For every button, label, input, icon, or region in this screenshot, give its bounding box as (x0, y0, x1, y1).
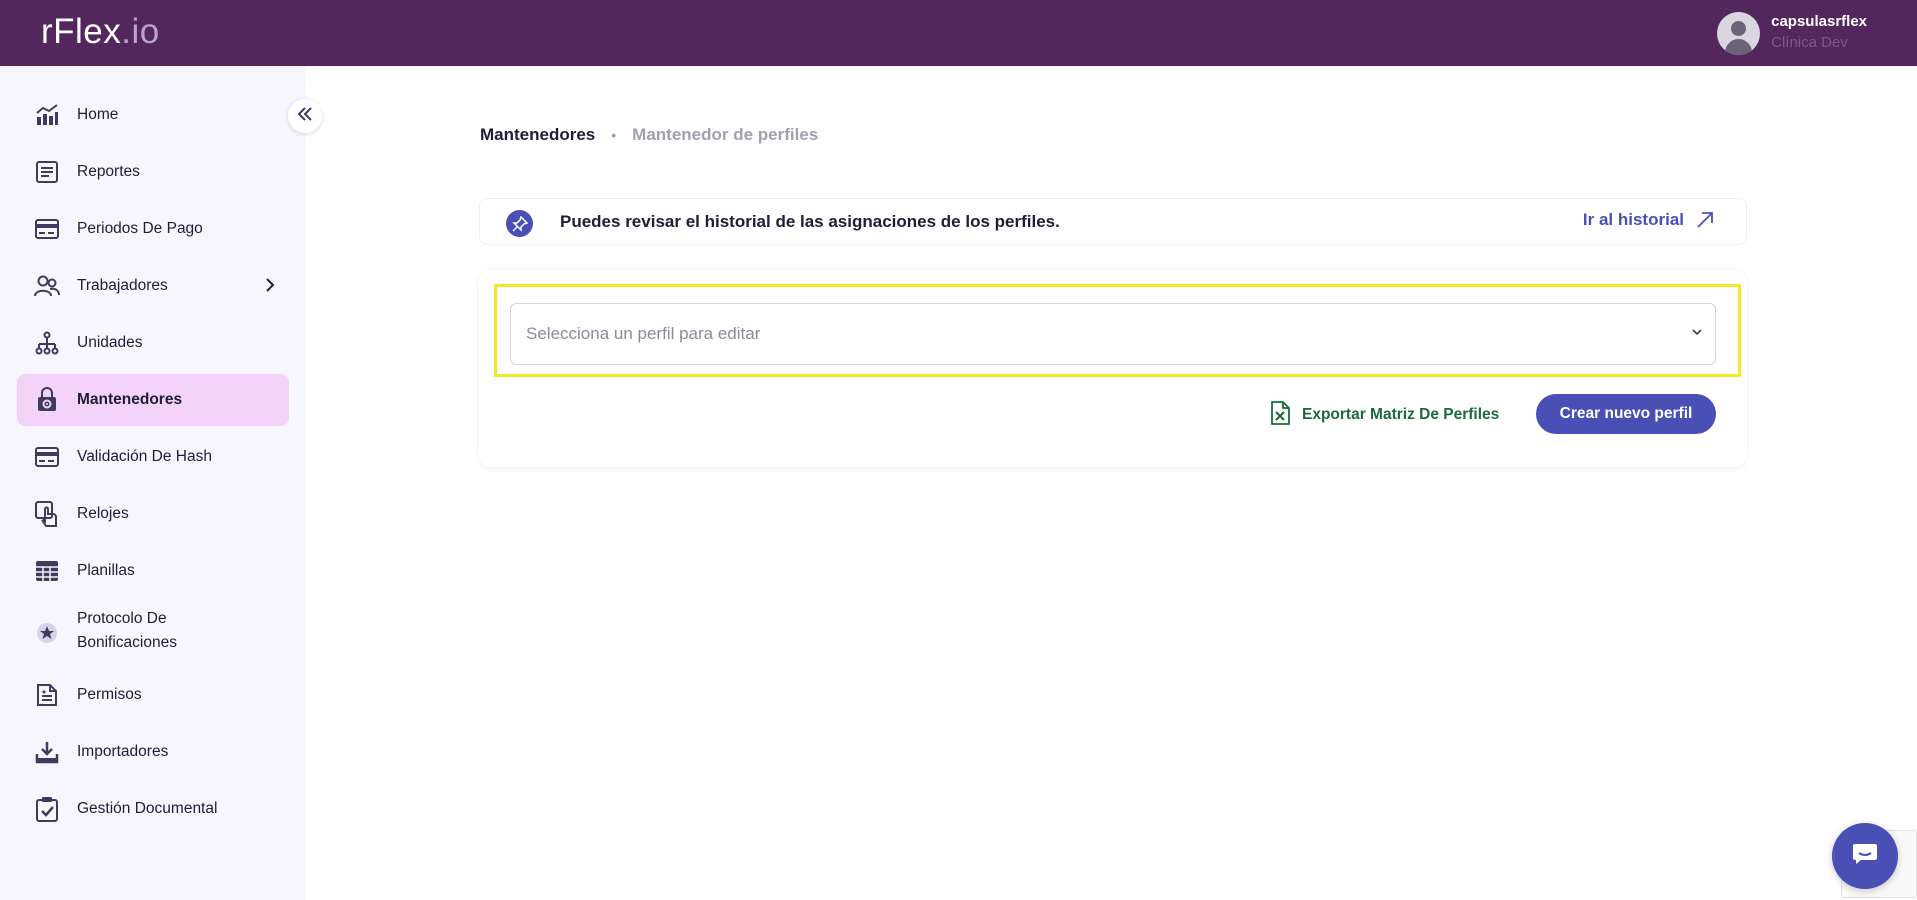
pin-icon (506, 210, 533, 237)
sidebar-item-reportes[interactable]: Reportes (17, 146, 289, 198)
sidebar-item-label: Unidades (77, 334, 143, 351)
info-banner-text: Puedes revisar el historial de las asign… (560, 212, 1060, 231)
sidebar-item-home[interactable]: Home (17, 89, 289, 141)
payment-card-icon (34, 216, 60, 242)
sidebar-item-label: Protocolo De Bonificaciones (77, 610, 177, 651)
excel-icon (1270, 400, 1290, 430)
sidebar: Home Reportes Periodos De Pago Trabajado… (0, 66, 306, 900)
sidebar-item-mantenedores[interactable]: Mantenedores (17, 374, 289, 426)
sidebar-item-label: Periodos De Pago (77, 220, 203, 237)
sidebar-item-gestion-documental[interactable]: Gestión Documental (17, 783, 289, 835)
spreadsheet-icon (34, 558, 60, 584)
clipboard-check-icon (34, 796, 60, 822)
history-link[interactable]: Ir al historial (1583, 210, 1714, 230)
create-profile-button[interactable]: Crear nuevo perfil (1536, 394, 1716, 434)
sidebar-item-unidades[interactable]: Unidades (17, 317, 289, 369)
sidebar-item-label: Trabajadores (77, 277, 168, 294)
lock-gear-icon (34, 387, 60, 413)
app-logo[interactable]: rFlex.io (41, 12, 160, 52)
import-icon (34, 739, 60, 765)
workers-icon (34, 273, 60, 299)
sidebar-item-label: Reportes (77, 163, 140, 180)
breadcrumb: Mantenedores • Mantenedor de perfiles (480, 125, 818, 145)
sidebar-item-label: Planillas (77, 562, 135, 579)
history-info-banner: Puedes revisar el historial de las asign… (479, 198, 1747, 245)
sidebar-item-label: Mantenedores (77, 391, 183, 408)
breadcrumb-current-page: Mantenedor de perfiles (632, 125, 819, 144)
profile-select-placeholder: Selecciona un perfil para editar (526, 324, 761, 343)
touch-clock-icon (34, 501, 60, 527)
sidebar-item-planillas[interactable]: Planillas (17, 545, 289, 597)
export-button-label: Exportar Matriz De Perfiles (1302, 406, 1500, 423)
arrow-up-right-icon (1697, 212, 1713, 228)
chat-button[interactable] (1832, 823, 1898, 889)
collapse-sidebar-button[interactable] (288, 99, 322, 133)
user-name: capsulasrflex (1771, 13, 1867, 30)
breadcrumb-mantenedores[interactable]: Mantenedores (480, 125, 595, 145)
sidebar-item-label: Gestión Documental (77, 800, 218, 817)
top-bar: rFlex.io capsulasrflex Clínica Dev (0, 0, 1917, 66)
sidebar-item-periodos-de-pago[interactable]: Periodos De Pago (17, 203, 289, 255)
chevron-right-icon (265, 276, 275, 297)
document-icon (34, 682, 60, 708)
avatar[interactable] (1717, 12, 1761, 55)
sidebar-item-label: Permisos (77, 686, 142, 703)
star-badge-icon (34, 620, 60, 646)
chevron-down-icon (1691, 324, 1703, 342)
history-link-label: Ir al historial (1582, 210, 1684, 229)
hash-card-icon (34, 444, 60, 470)
breadcrumb-separator: • (611, 127, 617, 143)
chart-growth-icon (34, 102, 60, 128)
double-chevron-left-icon (297, 106, 313, 126)
sidebar-item-label: Relojes (77, 505, 129, 522)
chat-bubble-icon (1852, 843, 1878, 870)
user-menu[interactable]: capsulasrflex Clínica Dev (1717, 12, 1867, 55)
export-profile-matrix-button[interactable]: Exportar Matriz De Perfiles (1270, 400, 1499, 430)
profile-select[interactable]: Selecciona un perfil para editar (510, 303, 1716, 365)
sidebar-item-label: Importadores (77, 743, 169, 760)
sidebar-item-trabajadores[interactable]: Trabajadores (17, 260, 289, 312)
sidebar-item-importadores[interactable]: Importadores (17, 726, 289, 778)
user-organization: Clínica Dev (1771, 34, 1848, 51)
sidebar-item-validacion-de-hash[interactable]: Validación De Hash (17, 431, 289, 483)
sidebar-item-label: Home (77, 106, 119, 123)
sidebar-item-label: Validación De Hash (77, 448, 212, 465)
org-units-icon (34, 330, 60, 356)
sidebar-item-permisos[interactable]: Permisos (17, 669, 289, 721)
sidebar-item-relojes[interactable]: Relojes (17, 488, 289, 540)
report-icon (34, 159, 60, 185)
sidebar-item-protocolo-de-bonificaciones[interactable]: Protocolo De Bonificaciones (17, 602, 289, 664)
